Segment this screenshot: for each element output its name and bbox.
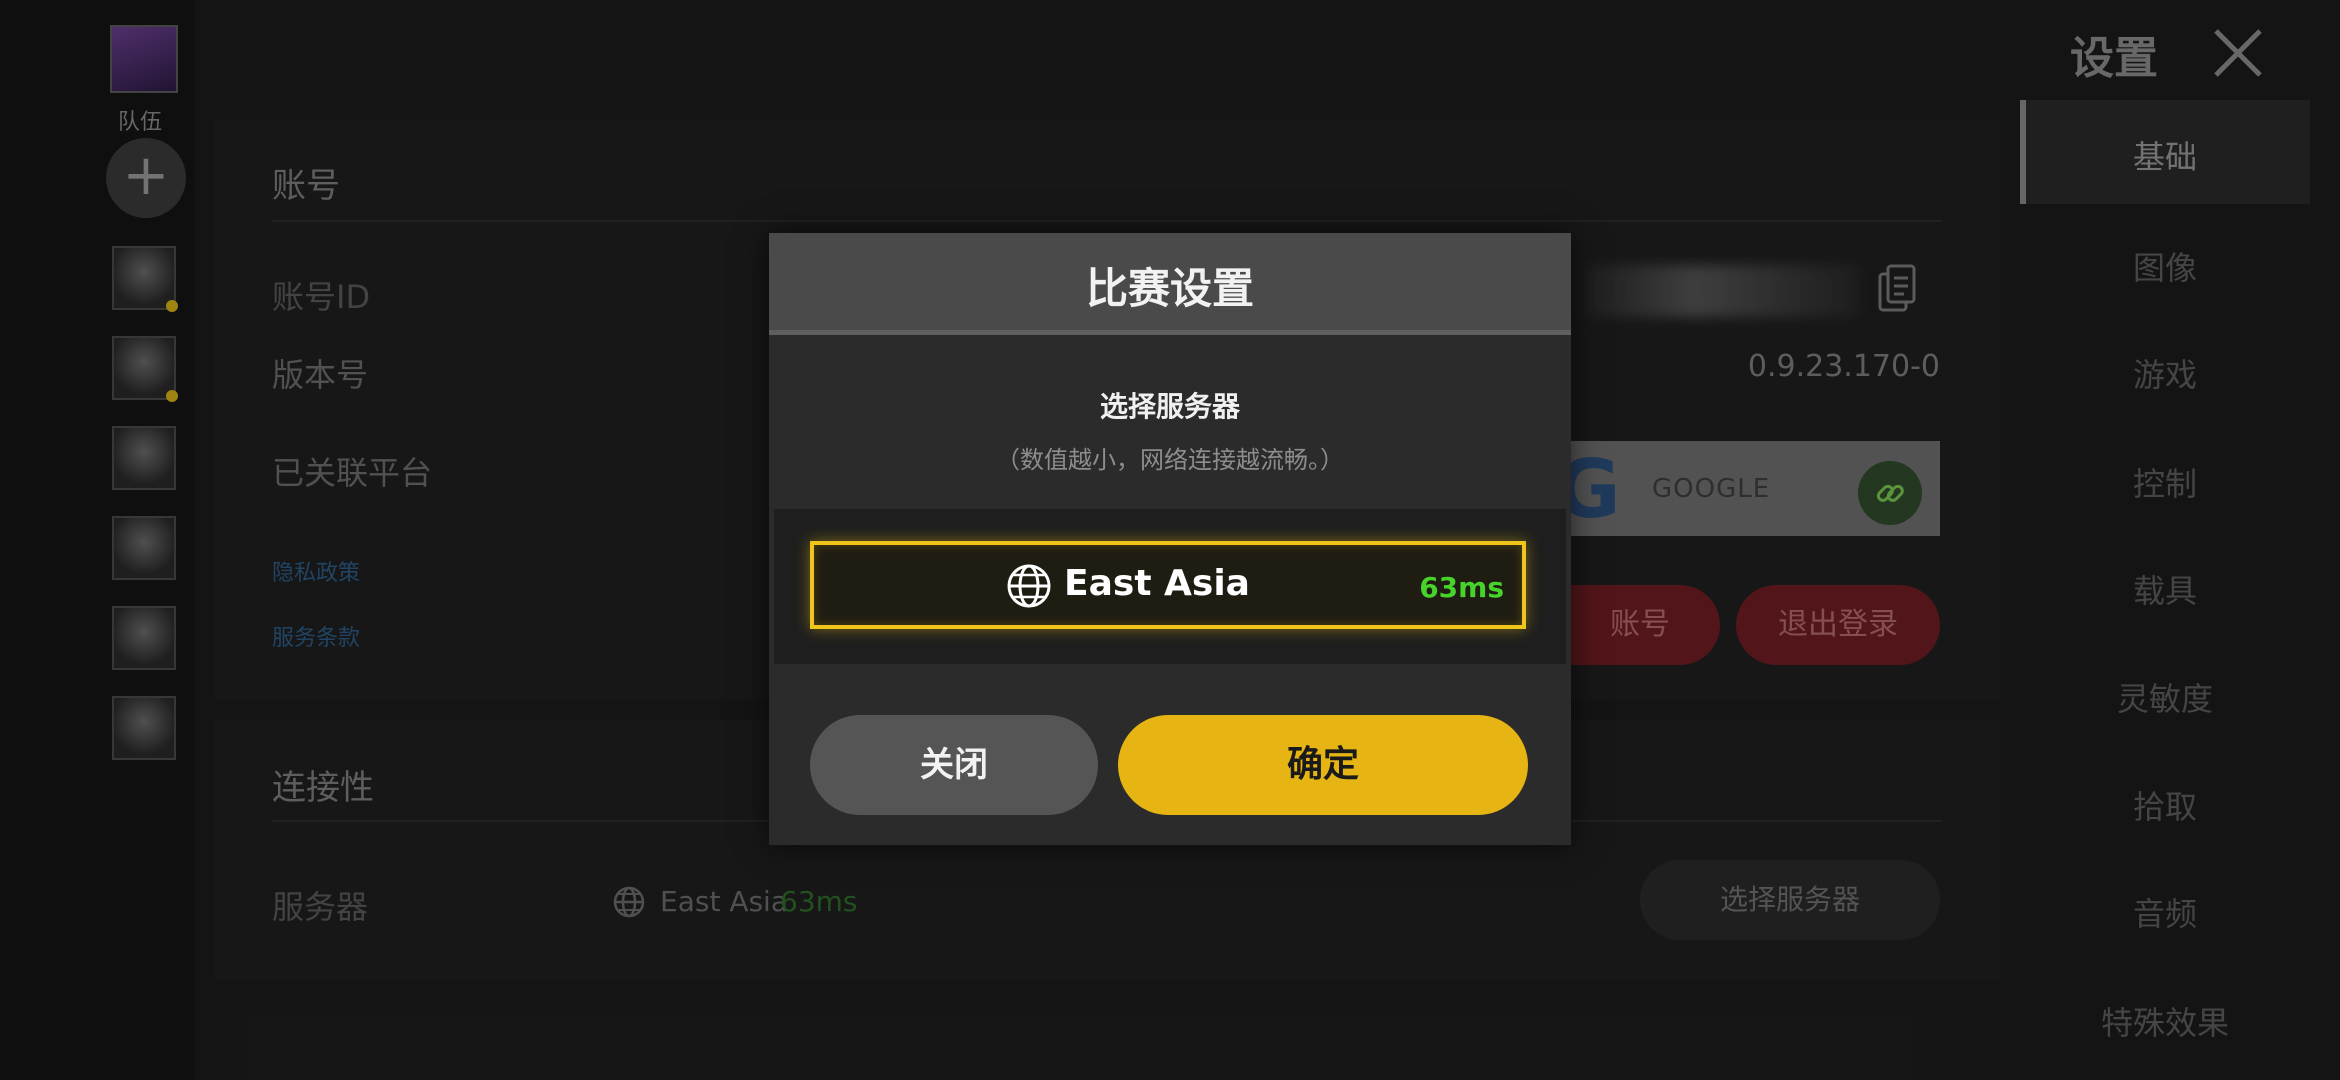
- globe-icon: [1007, 564, 1051, 608]
- close-button[interactable]: 关闭: [810, 715, 1098, 815]
- server-option-ping: 63ms: [1419, 571, 1504, 604]
- dialog-subtitle: 选择服务器: [1099, 390, 1240, 423]
- dialog-header-divider: [769, 330, 1571, 335]
- dialog-hint: （数值越小，网络连接越流畅。）: [996, 446, 1344, 474]
- dialog-title: 比赛设置: [1085, 264, 1254, 313]
- match-settings-dialog: 比赛设置 选择服务器 （数值越小，网络连接越流畅。） East Asia 63m…: [769, 233, 1571, 845]
- confirm-button[interactable]: 确定: [1118, 715, 1528, 815]
- server-option-name: East Asia: [1064, 563, 1250, 604]
- server-option-east-asia[interactable]: East Asia 63ms: [810, 541, 1526, 629]
